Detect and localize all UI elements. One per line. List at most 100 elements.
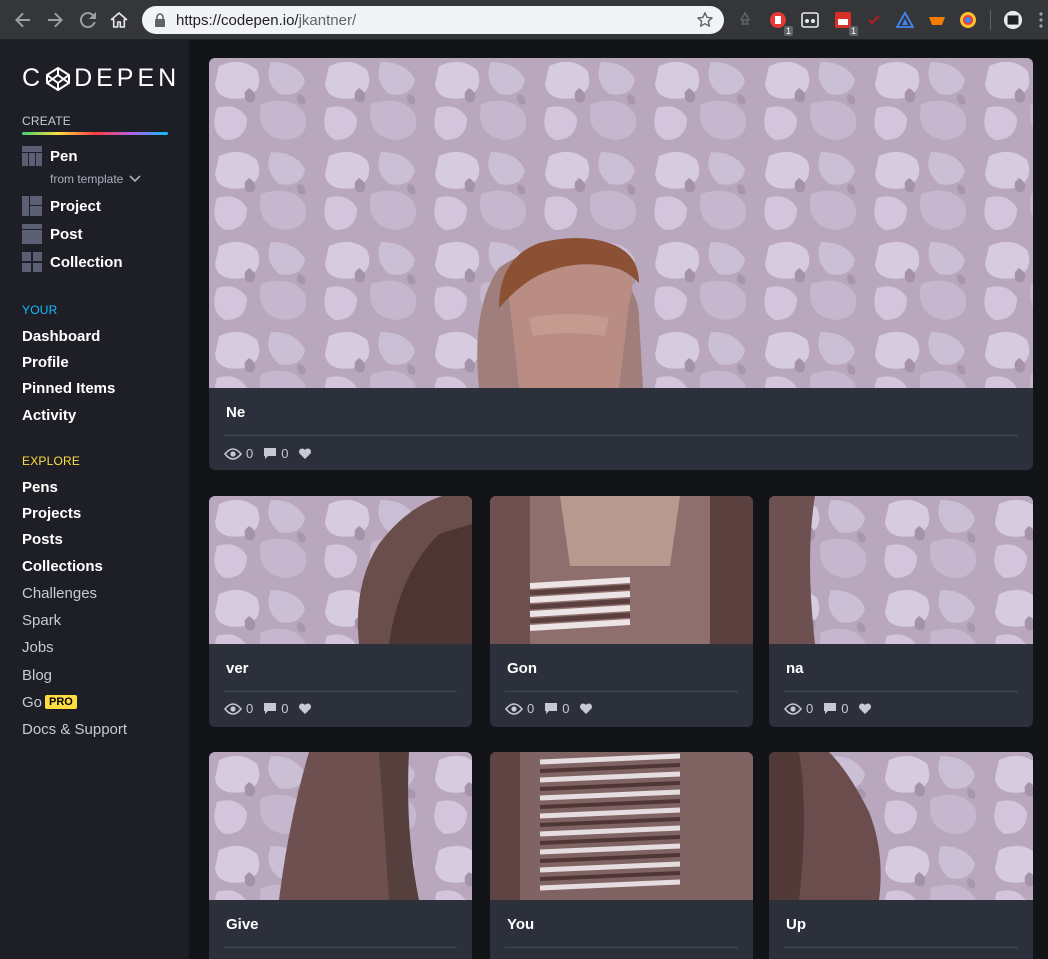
sidebar-item-posts[interactable]: Posts [22,531,63,548]
triangle-extension-icon[interactable] [895,10,915,30]
pen-preview-image[interactable] [769,496,1033,644]
views-count: 0 [527,701,535,716]
profile-avatar-icon[interactable] [1003,10,1023,30]
views-stat[interactable]: 0 [224,446,253,461]
eye-icon [224,447,242,460]
pen-preview-image[interactable] [490,752,753,900]
sidebar-item-spark[interactable]: Spark [22,612,61,629]
bookmark-star-icon[interactable] [696,11,714,29]
eye-icon [505,702,523,715]
comments-stat[interactable]: 0 [544,701,569,716]
sidebar-item-docs-support[interactable]: Docs & Support [22,721,127,738]
sidebar-item-dashboard[interactable]: Dashboard [22,328,100,345]
create-post-link[interactable]: Post [22,223,83,245]
lock-icon [155,13,165,27]
pen-title[interactable]: Up [786,916,806,933]
pro-badge: PRO [45,695,77,709]
pen-preview-image[interactable] [769,752,1033,900]
sidebar-item-blog[interactable]: Blog [22,667,52,684]
comment-icon [545,703,558,714]
create-pen-link[interactable]: Pen [22,145,78,167]
logo-text-left: C [22,64,45,92]
sidebar-item-collections[interactable]: Collections [22,558,103,575]
pen-stats: 0 0 [784,701,886,716]
create-project-link[interactable]: Project [22,195,101,217]
comment-icon [824,703,837,714]
pen-title[interactable]: Gon [507,660,537,677]
love-stat[interactable] [298,447,316,460]
comment-icon [264,448,277,459]
comments-stat[interactable]: 0 [823,701,848,716]
shield-extension-icon[interactable]: 1 [768,10,793,36]
sidebar-item-profile[interactable]: Profile [22,354,69,371]
forward-button[interactable] [40,5,70,35]
pen-card[interactable]: You [490,752,753,959]
calendar-extension-icon[interactable]: 1 [833,10,858,36]
pen-card[interactable]: Ne 0 0 [209,58,1033,470]
codepen-logo[interactable]: C DEPEN [22,64,180,93]
sidebar-item-jobs[interactable]: Jobs [22,639,54,656]
eye-icon [224,702,242,715]
extension-badge: 1 [783,26,793,36]
create-collection-link[interactable]: Collection [22,251,123,273]
project-icon [22,196,42,216]
pen-preview-image[interactable] [209,496,472,644]
orange-extension-icon[interactable] [927,10,947,30]
pen-card[interactable]: Up [769,752,1033,959]
pen-preview-image[interactable] [209,58,1033,388]
pen-title[interactable]: Give [226,916,259,933]
views-count: 0 [246,446,254,461]
views-stat[interactable]: 0 [224,701,253,716]
create-collection-label: Collection [50,253,123,271]
address-bar[interactable]: https://codepen.io/jkantner/ [142,6,724,34]
comments-count: 0 [841,701,849,716]
comments-count: 0 [562,701,570,716]
sidebar: C DEPEN CREATE Pen from template Project… [0,40,189,959]
pen-card[interactable]: ver 0 0 [209,496,472,727]
go-label: Go [22,694,43,711]
menu-kebab-icon[interactable] [1036,10,1046,30]
heart-icon [859,702,872,714]
browser-toolbar: https://codepen.io/jkantner/ 1 1 [0,0,1048,40]
pen-card[interactable]: Give [209,752,472,959]
comments-stat[interactable]: 0 [263,446,288,461]
reload-button[interactable] [73,5,103,35]
explore-heading: EXPLORE [22,454,81,468]
heart-icon [299,702,312,714]
sidebar-item-go[interactable]: Go PRO [22,694,77,711]
card-divider [224,691,457,692]
pen-preview-image[interactable] [490,496,753,644]
love-stat[interactable] [858,702,876,715]
post-icon [22,224,42,244]
love-stat[interactable] [579,702,597,715]
sidebar-item-pinned-items[interactable]: Pinned Items [22,380,115,397]
pen-title[interactable]: na [786,660,804,677]
pen-title[interactable]: You [507,916,534,933]
views-count: 0 [246,701,254,716]
love-stat[interactable] [298,702,316,715]
codepen-cube-icon [46,66,71,91]
main-content: Ne 0 0 ver 0 0 Gon 0 0 na 0 0 Give You U… [189,40,1048,959]
from-template-dropdown[interactable]: from template [50,172,141,186]
pen-card[interactable]: na 0 0 [769,496,1033,727]
sidebar-item-projects[interactable]: Projects [22,505,81,522]
pen-title[interactable]: ver [226,660,249,677]
glasses-extension-icon[interactable] [800,10,820,30]
eye-icon [784,702,802,715]
chrome-extension-icon[interactable] [958,10,978,30]
pen-title[interactable]: Ne [226,404,245,421]
back-button[interactable] [8,5,38,35]
views-stat[interactable]: 0 [505,701,534,716]
checkmark-extension-icon[interactable] [864,10,884,30]
comments-count: 0 [281,446,289,461]
views-stat[interactable]: 0 [784,701,813,716]
comments-stat[interactable]: 0 [263,701,288,716]
recycle-extension-icon[interactable] [735,10,755,30]
sidebar-item-pens[interactable]: Pens [22,479,58,496]
forward-arrow-icon [48,12,63,28]
sidebar-item-activity[interactable]: Activity [22,407,76,424]
home-button[interactable] [104,5,134,35]
pen-card[interactable]: Gon 0 0 [490,496,753,727]
pen-preview-image[interactable] [209,752,472,900]
sidebar-item-challenges[interactable]: Challenges [22,585,97,602]
